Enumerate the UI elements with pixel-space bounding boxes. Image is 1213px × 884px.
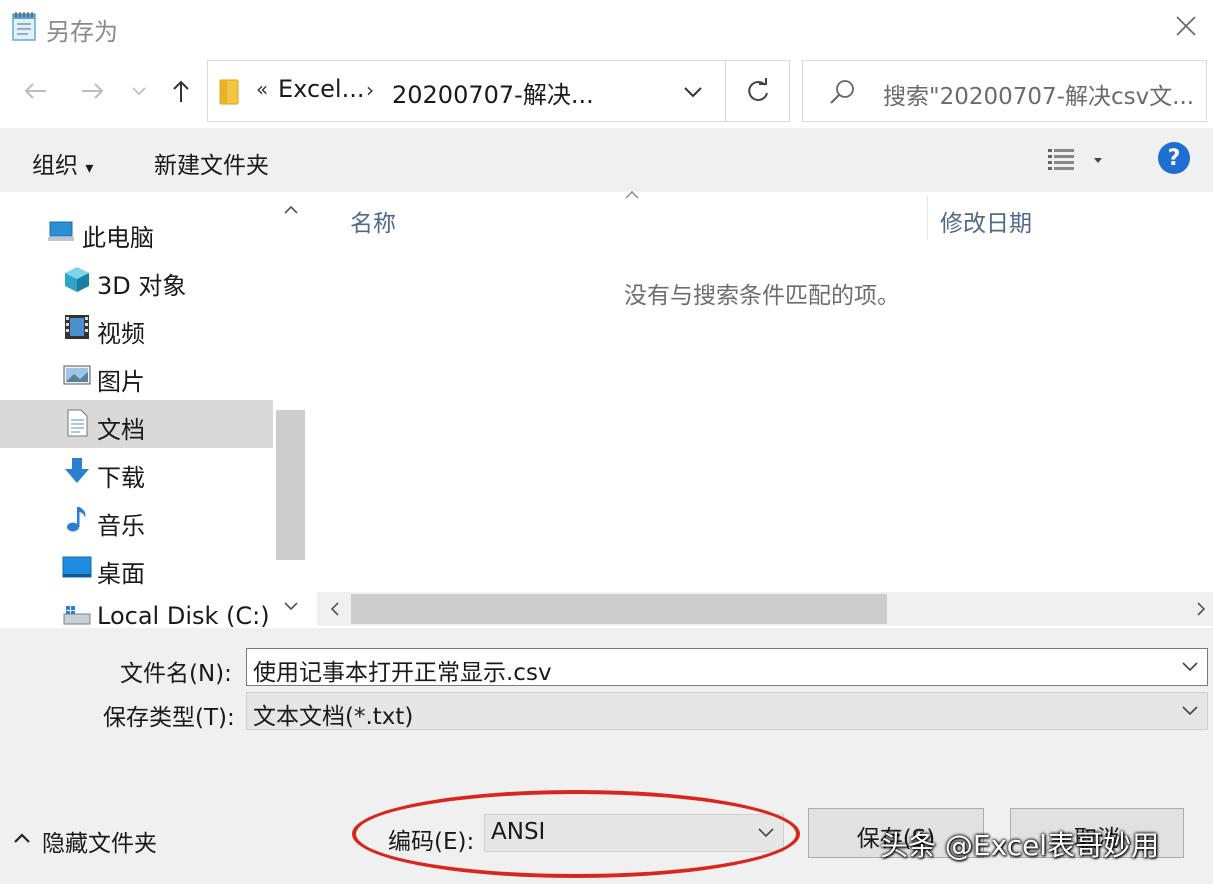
sidebar-item-label: 视频 — [97, 320, 145, 348]
sidebar-item-local-disk[interactable]: Local Disk (C:) — [0, 592, 273, 628]
recent-locations-button[interactable] — [126, 74, 152, 108]
refresh-button[interactable] — [725, 61, 790, 121]
hide-folders-label: 隐藏文件夹 — [42, 831, 157, 857]
search-placeholder: 搜索"20200707-解决csv文... — [883, 84, 1195, 110]
video-icon — [62, 312, 92, 342]
sidebar-item-label: 桌面 — [97, 560, 145, 588]
notepad-icon — [10, 10, 40, 42]
chevron-up-icon — [14, 833, 30, 843]
sidebar-item-videos[interactable]: 视频 — [0, 304, 273, 352]
cube-3d-icon — [62, 264, 92, 294]
window-title: 另存为 — [46, 18, 118, 46]
chevron-right-icon — [1197, 602, 1206, 616]
change-view-button[interactable] — [1044, 144, 1114, 178]
highlight-annotation — [352, 790, 800, 878]
horizontal-scrollbar[interactable] — [317, 592, 1213, 626]
file-list: 名称 修改日期 没有与搜索条件匹配的项。 — [307, 191, 1213, 628]
folder-icon — [216, 77, 242, 107]
back-button[interactable] — [18, 74, 52, 108]
filetype-select[interactable]: 文本文档(*.txt) — [246, 692, 1208, 730]
column-divider[interactable] — [927, 196, 928, 240]
filename-field[interactable]: 使用记事本打开正常显示.csv — [246, 648, 1208, 686]
refresh-icon — [748, 78, 768, 101]
sidebar-item-label: 此电脑 — [82, 224, 154, 252]
scrollbar-thumb[interactable] — [351, 594, 887, 624]
organize-menu[interactable]: 组织 ▾ — [32, 146, 93, 180]
close-button[interactable] — [1163, 4, 1209, 48]
disk-icon — [62, 600, 92, 628]
column-header-name[interactable]: 名称 — [350, 204, 396, 238]
chevron-left-icon — [330, 602, 339, 616]
column-header-date-modified[interactable]: 修改日期 — [940, 204, 1032, 238]
sidebar-item-label: 下载 — [97, 464, 145, 492]
chevron-down-icon[interactable] — [1181, 659, 1199, 675]
sidebar-item-pictures[interactable]: 图片 — [0, 352, 273, 400]
sidebar-item-music[interactable]: 音乐 — [0, 496, 273, 544]
chevron-down-icon — [684, 87, 702, 98]
search-icon — [827, 77, 857, 107]
computer-icon — [46, 216, 76, 246]
watermark: 头条 @Excel表哥妙用 — [880, 829, 1160, 862]
organize-label: 组织 — [32, 153, 78, 179]
sort-ascending-icon — [623, 186, 641, 200]
address-dropdown[interactable] — [678, 79, 708, 105]
navigation-pane: 此电脑 3D 对象 视频 图片 文档 下载 音乐 桌面 Local Disk (… — [0, 192, 307, 628]
address-bar[interactable]: « Excel... › 20200707-解决... — [207, 60, 790, 122]
scroll-down-button[interactable] — [274, 592, 307, 620]
search-box[interactable]: 搜索"20200707-解决csv文... — [802, 60, 1207, 122]
music-icon — [62, 504, 92, 534]
command-bar: 组织 ▾ 新建文件夹 ? — [0, 128, 1213, 192]
sidebar-item-documents[interactable]: 文档 — [0, 400, 273, 448]
desktop-icon — [62, 552, 92, 582]
scroll-right-button[interactable] — [1189, 596, 1213, 622]
sidebar-item-label: 文档 — [97, 416, 145, 444]
sidebar-item-label: 音乐 — [97, 512, 145, 540]
filename-label: 文件名(N): — [120, 661, 232, 687]
filename-value[interactable]: 使用记事本打开正常显示.csv — [253, 653, 552, 687]
scrollbar-thumb[interactable] — [276, 410, 305, 560]
forward-button[interactable] — [76, 74, 110, 108]
sidebar-item-label: Local Disk (C:) — [97, 602, 270, 628]
sidebar-item-3d-objects[interactable]: 3D 对象 — [0, 256, 273, 304]
sidebar-item-label: 3D 对象 — [97, 272, 187, 300]
chevron-down-icon — [132, 87, 146, 96]
sidebar-item-this-pc[interactable]: 此电脑 — [0, 208, 273, 256]
save-as-dialog: 另存为 « Excel... › 20200707-解决... 搜索"20200… — [0, 0, 1213, 884]
scroll-up-button[interactable] — [274, 196, 307, 224]
chevron-down-icon: ▾ — [85, 158, 94, 177]
details-view-icon — [1048, 149, 1102, 170]
breadcrumb-item[interactable]: Excel... — [278, 75, 364, 103]
documents-icon — [62, 408, 92, 438]
arrow-right-icon — [82, 83, 104, 99]
sidebar-item-downloads[interactable]: 下载 — [0, 448, 273, 496]
arrow-left-icon — [24, 83, 46, 99]
sidebar-item-desktop[interactable]: 桌面 — [0, 544, 273, 592]
close-icon — [1176, 16, 1196, 36]
breadcrumb-separator[interactable]: › — [366, 78, 374, 102]
scroll-left-button[interactable] — [323, 596, 347, 622]
pictures-icon — [62, 360, 92, 390]
chevron-up-icon — [283, 205, 298, 214]
filetype-label: 保存类型(T): — [103, 705, 235, 731]
navigation-scrollbar[interactable] — [274, 192, 307, 628]
filetype-value: 文本文档(*.txt) — [253, 704, 414, 730]
breadcrumb-item[interactable]: 20200707-解决... — [392, 75, 594, 110]
sidebar-item-label: 图片 — [97, 368, 145, 396]
new-folder-button[interactable]: 新建文件夹 — [154, 146, 269, 180]
breadcrumb-overflow[interactable]: « — [256, 77, 268, 101]
title-bar: 另存为 — [0, 0, 1213, 54]
empty-message: 没有与搜索条件匹配的项。 — [624, 283, 900, 309]
chevron-down-icon — [1182, 706, 1198, 716]
download-icon — [62, 456, 92, 486]
up-button[interactable] — [164, 74, 198, 108]
help-button[interactable]: ? — [1158, 142, 1190, 174]
chevron-down-icon — [283, 602, 298, 611]
navigation-bar: « Excel... › 20200707-解决... 搜索"20200707-… — [0, 54, 1213, 128]
arrow-up-icon — [173, 80, 189, 102]
